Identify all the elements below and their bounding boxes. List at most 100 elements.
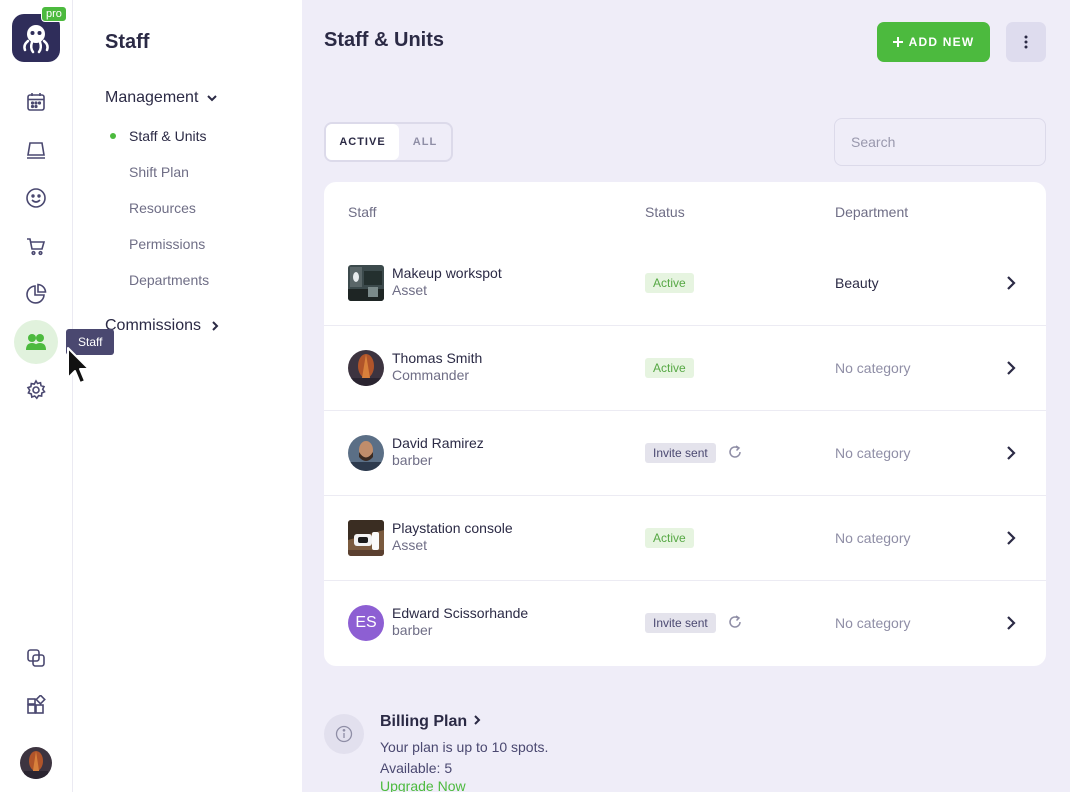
search-input[interactable] — [851, 134, 1032, 150]
page-title: Staff & Units — [324, 29, 444, 51]
billing-title: Billing Plan — [380, 713, 468, 730]
department-value: No category — [835, 445, 911, 461]
table-row[interactable]: Thomas Smith Commander Active No categor… — [324, 326, 1046, 411]
rail-desk[interactable] — [14, 128, 58, 172]
search-box — [834, 118, 1046, 166]
management-label: Management — [105, 89, 199, 106]
staff-initials-avatar: ES — [348, 605, 384, 641]
table-row[interactable]: ES Edward Scissorhande barber Invite sen… — [324, 581, 1046, 666]
staff-role: Commander — [392, 367, 470, 383]
chevron-right-icon[interactable] — [1004, 359, 1018, 377]
chevron-right-icon[interactable] — [1004, 444, 1018, 462]
secondary-sidebar: Staff Management Staff & Units Shift Pla… — [73, 0, 302, 792]
staff-avatar — [348, 435, 384, 471]
octopus-logo-icon — [23, 25, 49, 54]
calendar-icon — [27, 93, 45, 111]
sidebar-item-shift-plan[interactable]: Shift Plan — [129, 164, 189, 180]
sidebar-item-departments[interactable]: Departments — [129, 272, 209, 288]
billing-info-badge — [324, 714, 364, 754]
status-badge: Invite sent — [645, 613, 716, 633]
staff-avatar — [348, 350, 384, 386]
rail-widgets[interactable] — [14, 684, 58, 728]
chevron-right-icon — [212, 321, 219, 331]
sidebar-item-resources[interactable]: Resources — [129, 200, 196, 216]
sidebar-item-staff-units[interactable]: Staff & Units — [129, 128, 207, 144]
add-new-button[interactable]: ADD NEW — [877, 22, 990, 62]
status-filter: ACTIVE ALL — [324, 122, 453, 162]
table-row[interactable]: David Ramirez barber Invite sent No cate… — [324, 411, 1046, 496]
staff-role: barber — [392, 452, 433, 468]
filter-all-tab[interactable]: ALL — [399, 124, 451, 160]
status-badge: Active — [645, 358, 694, 378]
staff-role: Asset — [392, 537, 428, 553]
david-avatar-image — [348, 435, 384, 471]
desk-icon — [27, 142, 45, 159]
copy-icon — [27, 649, 45, 667]
rail-customers[interactable] — [14, 176, 58, 220]
user-avatar-image — [20, 747, 52, 779]
pie-chart-icon — [26, 283, 47, 304]
commissions-group-toggle[interactable]: Commissions — [105, 317, 221, 335]
upgrade-now-link[interactable]: Upgrade Now — [380, 778, 466, 792]
mouse-cursor-icon — [67, 347, 90, 384]
management-group-toggle[interactable]: Management — [105, 89, 218, 107]
rail-copy[interactable] — [14, 636, 58, 680]
staff-role: Asset — [392, 282, 428, 298]
department-value: No category — [835, 615, 911, 631]
chevron-right-icon[interactable] — [1004, 529, 1018, 547]
commissions-label: Commissions — [105, 317, 202, 334]
department-value: No category — [835, 360, 911, 376]
resend-invite-icon[interactable] — [728, 445, 742, 459]
staff-name: Edward Scissorhande — [392, 605, 529, 621]
filter-active-tab[interactable]: ACTIVE — [326, 124, 399, 160]
more-options-button[interactable] — [1006, 22, 1046, 62]
chevron-right-icon[interactable] — [1004, 274, 1018, 292]
rail-staff[interactable] — [14, 320, 58, 364]
widgets-icon — [27, 695, 46, 714]
department-value: No category — [835, 530, 911, 546]
gear-icon — [26, 379, 46, 400]
rail-calendar[interactable] — [14, 80, 58, 124]
cart-icon — [27, 238, 46, 256]
column-header-status: Status — [645, 204, 685, 220]
column-header-staff: Staff — [348, 204, 377, 220]
rail-shop[interactable] — [14, 224, 58, 268]
staff-name: Playstation console — [392, 520, 513, 536]
status-badge: Active — [645, 273, 694, 293]
chevron-right-icon — [473, 715, 480, 725]
sidebar-item-permissions[interactable]: Permissions — [129, 236, 205, 252]
billing-plan-link[interactable]: Billing Plan — [380, 713, 482, 731]
rail-settings[interactable] — [14, 368, 58, 412]
workspot-photo — [348, 265, 384, 301]
plus-icon — [892, 37, 903, 47]
status-badge: Active — [645, 528, 694, 548]
staff-thumbnail — [348, 265, 384, 301]
status-badge: Invite sent — [645, 443, 716, 463]
kebab-menu-icon — [1024, 35, 1028, 49]
thomas-avatar-image — [348, 350, 384, 386]
table-row[interactable]: Makeup workspot Asset Active Beauty — [324, 241, 1046, 326]
staff-icon — [26, 334, 46, 350]
sidebar-title: Staff — [105, 31, 150, 53]
smiley-icon — [26, 188, 46, 208]
user-avatar[interactable] — [20, 747, 52, 779]
active-indicator-dot — [110, 133, 116, 139]
chevron-right-icon[interactable] — [1004, 614, 1018, 632]
staff-table: Staff Status Department Makeup workspot … — [324, 182, 1046, 666]
table-row[interactable]: Playstation console Asset Active No cate… — [324, 496, 1046, 581]
staff-role: barber — [392, 622, 433, 638]
info-icon — [335, 725, 353, 743]
rail-reports[interactable] — [14, 272, 58, 316]
resend-invite-icon[interactable] — [728, 615, 742, 629]
staff-name: Thomas Smith — [392, 350, 483, 366]
pro-badge: pro — [41, 6, 67, 22]
billing-available: Available: 5 — [380, 760, 453, 776]
console-photo — [348, 520, 384, 556]
add-new-label: ADD NEW — [908, 35, 975, 49]
department-value: Beauty — [835, 275, 879, 291]
billing-plan-limit: Your plan is up to 10 spots. — [380, 739, 549, 755]
staff-name: David Ramirez — [392, 435, 484, 451]
chevron-down-icon — [207, 95, 218, 102]
staff-thumbnail — [348, 520, 384, 556]
staff-name: Makeup workspot — [392, 265, 502, 281]
